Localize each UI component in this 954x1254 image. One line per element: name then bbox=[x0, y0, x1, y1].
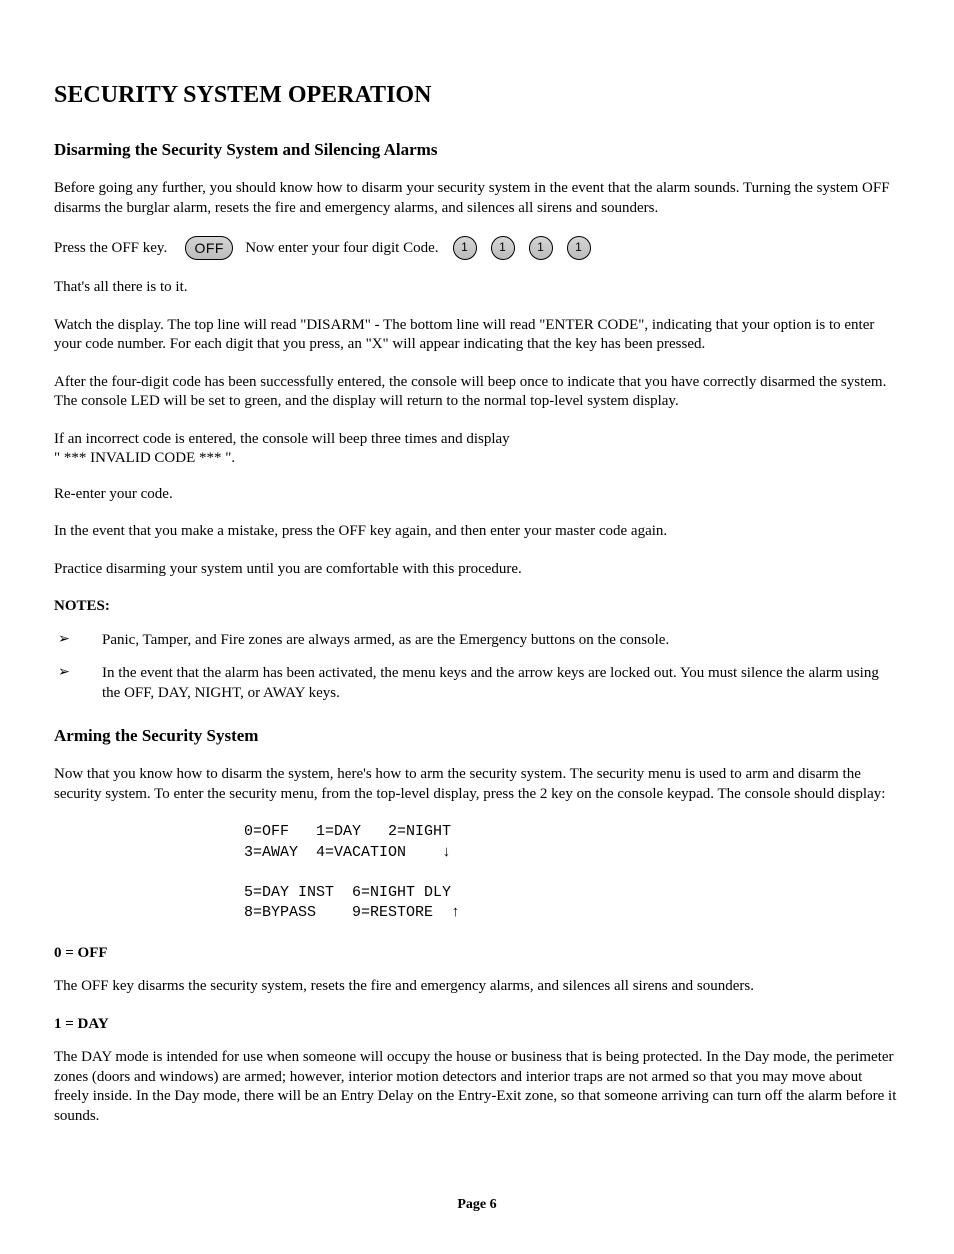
paragraph: Now that you know how to disarm the syst… bbox=[54, 765, 900, 804]
mode-label-off: 0 = OFF bbox=[54, 944, 900, 964]
mode-label-day: 1 = DAY bbox=[54, 1015, 900, 1035]
page-title: SECURITY SYSTEM OPERATION bbox=[54, 80, 900, 111]
section-heading-disarming: Disarming the Security System and Silenc… bbox=[54, 139, 900, 161]
text-line: " *** INVALID CODE *** ". bbox=[54, 450, 235, 466]
paragraph: Watch the display. The top line will rea… bbox=[54, 316, 900, 355]
section-heading-arming: Arming the Security System bbox=[54, 725, 900, 747]
digit-key-icon: 1 bbox=[453, 236, 477, 260]
paragraph: In the event that you make a mistake, pr… bbox=[54, 522, 900, 542]
paragraph: The OFF key disarms the security system,… bbox=[54, 977, 900, 997]
enter-code-text: Now enter your four digit Code. bbox=[245, 239, 438, 259]
key-instruction-row: Press the OFF key. OFF Now enter your fo… bbox=[54, 236, 900, 260]
notes-list: Panic, Tamper, and Fire zones are always… bbox=[54, 631, 900, 704]
note-item: In the event that the alarm has been act… bbox=[78, 664, 900, 703]
digit-key-icon: 1 bbox=[491, 236, 515, 260]
paragraph: Practice disarming your system until you… bbox=[54, 560, 900, 580]
paragraph: Before going any further, you should kno… bbox=[54, 179, 900, 218]
console-display-block: 0=OFF 1=DAY 2=NIGHT 3=AWAY 4=VACATION ↓ … bbox=[244, 822, 900, 923]
digit-key-icon: 1 bbox=[567, 236, 591, 260]
text-line: If an incorrect code is entered, the con… bbox=[54, 431, 510, 447]
press-off-text: Press the OFF key. bbox=[54, 239, 167, 259]
note-item: Panic, Tamper, and Fire zones are always… bbox=[78, 631, 900, 651]
paragraph: Re-enter your code. bbox=[54, 485, 900, 505]
paragraph: After the four-digit code has been succe… bbox=[54, 373, 900, 412]
off-key-icon: OFF bbox=[185, 236, 233, 260]
page-number: Page 6 bbox=[54, 1196, 900, 1214]
notes-heading: NOTES: bbox=[54, 597, 900, 617]
paragraph: The DAY mode is intended for use when so… bbox=[54, 1048, 900, 1126]
digit-key-icon: 1 bbox=[529, 236, 553, 260]
paragraph: That's all there is to it. bbox=[54, 278, 900, 298]
paragraph: If an incorrect code is entered, the con… bbox=[54, 430, 900, 469]
